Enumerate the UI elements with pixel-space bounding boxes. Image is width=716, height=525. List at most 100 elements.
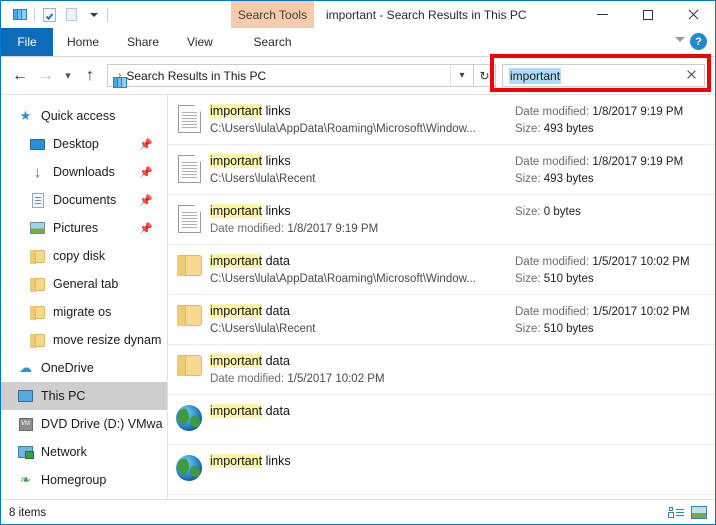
item-count: 8 items	[9, 506, 47, 519]
table-row[interactable]: important links C:\Users\lula\Recent Dat…	[168, 145, 715, 195]
folder-icon	[29, 248, 46, 264]
homegroup-icon: ❧	[20, 472, 31, 487]
maximize-button[interactable]	[625, 1, 670, 28]
details-view-icon[interactable]	[669, 506, 684, 519]
chevron-down-icon[interactable]	[675, 37, 685, 42]
sidebar-item-downloads[interactable]: ↓ Downloads 📌	[1, 158, 167, 186]
file-name-rest: data	[262, 354, 290, 368]
properties-icon[interactable]	[38, 4, 60, 26]
file-name-rest: links	[262, 204, 291, 218]
sidebar-item-move-resize-dynam[interactable]: move resize dynam	[1, 326, 167, 354]
tab-home[interactable]: Home	[53, 28, 113, 56]
search-results-list[interactable]: important links C:\Users\lula\AppData\Ro…	[168, 95, 715, 499]
new-folder-icon[interactable]	[60, 4, 82, 26]
up-button[interactable]: ↑	[77, 63, 103, 89]
search-match: important	[210, 454, 263, 468]
forward-button[interactable]: →	[33, 63, 59, 89]
address-toolbar: ← → ▾ ↑ › Search Results in This PC ▾ ↻ …	[1, 57, 715, 94]
file-size: Size: 493 bytes	[515, 171, 715, 188]
window-title: important - Search Results in This PC	[326, 1, 527, 28]
row-primary: important links	[210, 453, 515, 470]
sidebar-item-label: DVD Drive (D:) VMwa	[41, 417, 163, 431]
sidebar-item-homegroup[interactable]: ❧ Homegroup	[1, 466, 167, 494]
table-row[interactable]: important links	[168, 445, 715, 495]
explorer-icon[interactable]	[9, 4, 31, 26]
tab-view[interactable]: View	[173, 28, 227, 56]
file-name-rest: links	[262, 154, 291, 168]
search-match: important	[210, 404, 263, 418]
file-size-value: 0 bytes	[543, 206, 581, 218]
file-size-label: Size:	[515, 273, 541, 285]
dvd-drive-icon: VM	[17, 416, 34, 432]
tab-share[interactable]: Share	[113, 28, 173, 56]
sidebar-item-label: move resize dynam	[53, 333, 162, 347]
sidebar-item-label: migrate os	[53, 305, 112, 319]
table-row[interactable]: important data Date modified: 1/5/2017 1…	[168, 345, 715, 395]
date-modified-value: 1/5/2017 10:02 PM	[592, 306, 690, 318]
sidebar-item-general-tab[interactable]: General tab	[1, 270, 167, 298]
table-row[interactable]: important data C:\Users\lula\Recent Date…	[168, 295, 715, 345]
file-name: important links	[210, 153, 507, 170]
pin-icon[interactable]: 📌	[139, 194, 153, 207]
table-row[interactable]: important data C:\Users\lula\AppData\Roa…	[168, 245, 715, 295]
sidebar-item-label: Desktop	[53, 137, 99, 151]
sidebar-item-desktop[interactable]: Desktop 📌	[1, 130, 167, 158]
sidebar-item-dvd-drive[interactable]: VM DVD Drive (D:) VMwa	[1, 410, 167, 438]
row-primary: important data Date modified: 1/5/2017 1…	[210, 353, 515, 387]
search-match: important	[210, 104, 263, 118]
customize-caret-icon[interactable]	[82, 4, 104, 26]
sidebar-item-pictures[interactable]: Pictures 📌	[1, 214, 167, 242]
search-match: important	[210, 254, 263, 268]
date-modified-label: Date modified:	[515, 256, 590, 268]
tab-file-label: File	[17, 35, 37, 49]
pin-icon[interactable]: 📌	[139, 138, 153, 151]
date-modified-label: Date modified:	[210, 223, 285, 235]
search-input[interactable]: important	[502, 64, 705, 87]
tab-search[interactable]: Search	[231, 28, 314, 56]
file-size-value: 510 bytes	[543, 273, 594, 285]
back-button[interactable]: ←	[7, 63, 33, 89]
recent-locations-button[interactable]: ▾	[59, 63, 77, 89]
file-size-value: 510 bytes	[543, 323, 594, 335]
sidebar-item-label: Homegroup	[41, 473, 107, 487]
row-meta: Date modified: 1/5/2017 10:02 PM Size: 5…	[515, 303, 715, 338]
sidebar-item-this-pc[interactable]: This PC	[1, 382, 167, 410]
date-modified-label: Date modified:	[515, 106, 590, 118]
row-primary: important links Date modified: 1/8/2017 …	[210, 203, 515, 237]
table-row[interactable]: important links C:\Users\lula\AppData\Ro…	[168, 95, 715, 145]
document-icon	[168, 203, 210, 233]
row-primary: important data C:\Users\lula\Recent	[210, 303, 515, 337]
table-row[interactable]: important links Date modified: 1/8/2017 …	[168, 195, 715, 245]
sidebar-item-onedrive[interactable]: ☁ OneDrive	[1, 354, 167, 382]
pin-icon[interactable]: 📌	[139, 222, 153, 235]
file-path: C:\Users\lula\AppData\Roaming\Microsoft\…	[210, 273, 476, 285]
file-name-rest: data	[262, 404, 290, 418]
minimize-button[interactable]	[580, 1, 625, 28]
table-row[interactable]: important data	[168, 395, 715, 445]
tab-file[interactable]: File	[1, 28, 53, 56]
sidebar-item-quick-access[interactable]: ★ Quick access	[1, 102, 167, 130]
status-bar: 8 items	[1, 499, 715, 524]
network-icon	[17, 444, 34, 460]
file-size: Size: 510 bytes	[515, 321, 715, 338]
address-bar[interactable]: › Search Results in This PC ▾	[107, 64, 474, 88]
row-meta	[515, 353, 715, 354]
close-button[interactable]	[670, 1, 715, 28]
address-dropdown-icon[interactable]: ▾	[450, 65, 473, 86]
file-size: Size: 510 bytes	[515, 271, 715, 288]
large-icons-view-icon[interactable]	[691, 506, 707, 519]
sidebar-item-copy-disk[interactable]: copy disk	[1, 242, 167, 270]
sidebar-item-documents[interactable]: Documents 📌	[1, 186, 167, 214]
sidebar-item-network[interactable]: Network	[1, 438, 167, 466]
sidebar-item-label: Downloads	[53, 165, 115, 179]
internet-shortcut-icon	[168, 453, 210, 481]
pin-icon[interactable]: 📌	[139, 166, 153, 179]
refresh-button[interactable]: ↻	[474, 64, 496, 87]
sidebar-item-migrate-os[interactable]: migrate os	[1, 298, 167, 326]
file-size: Size: 0 bytes	[515, 204, 715, 221]
date-modified: Date modified: 1/8/2017 9:19 PM	[515, 104, 715, 121]
folder-icon	[29, 332, 46, 348]
help-icon[interactable]: ?	[690, 33, 707, 50]
close-icon[interactable]	[686, 69, 697, 80]
qat-divider-1	[34, 7, 35, 22]
